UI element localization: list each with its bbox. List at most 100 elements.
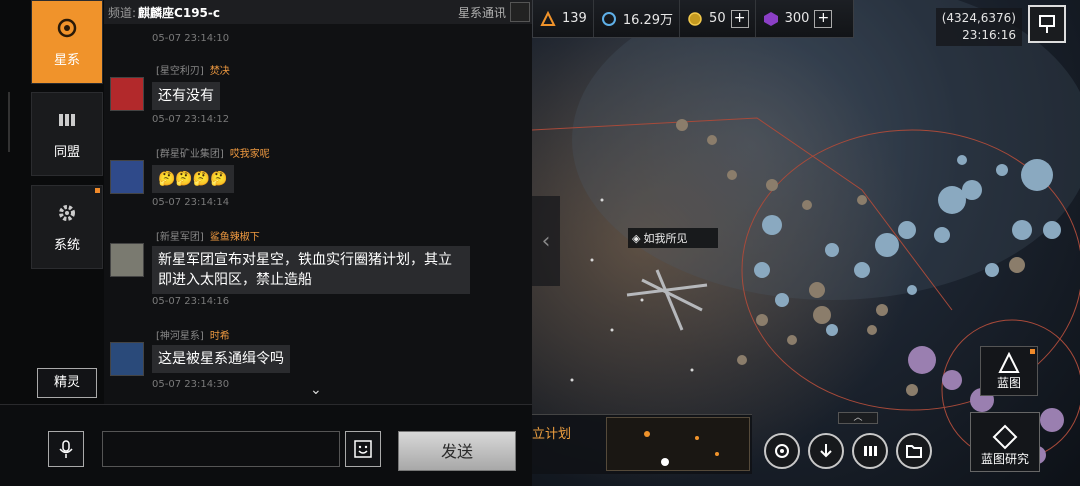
gold-resource: 50 + [680, 0, 756, 37]
fleet-icon [539, 10, 557, 28]
add-gold-button[interactable]: + [730, 9, 749, 28]
credits-value: 16.29万 [622, 13, 674, 28]
galaxy-icon [775, 444, 789, 458]
guild-tag: [新星军团] [156, 232, 204, 243]
chevron-left-icon: ‹ [541, 228, 551, 254]
smiley-icon [354, 440, 372, 458]
action-toolbar [764, 426, 932, 476]
tab-alliance-label: 同盟 [53, 144, 80, 160]
chat-input-bar: 发送 [0, 404, 532, 486]
folder-icon [906, 445, 922, 458]
notification-dot [95, 188, 100, 193]
alliance-button[interactable] [852, 433, 888, 469]
credits-resource: 16.29万 [594, 0, 681, 37]
sender-name[interactable]: 焚决 [210, 66, 230, 77]
chat-sidebar: 星系 同盟 系统 精灵 [0, 0, 104, 404]
guild-tag: [星空利刃] [156, 66, 204, 77]
folder-button[interactable] [896, 433, 932, 469]
avatar[interactable] [110, 243, 144, 277]
message-sender: [神河星系] 时希 [156, 327, 230, 342]
tab-system[interactable]: 系统 [31, 185, 103, 269]
message-sender: [星空利刃] 焚决 [156, 62, 230, 77]
research-icon [992, 424, 1018, 450]
plan-panel: 立计划 [532, 414, 752, 474]
tab-galaxy-label: 星系 [53, 52, 80, 68]
sender-name[interactable]: 鲨鱼辣椒下 [210, 232, 260, 243]
fleet-resource: 139 [533, 0, 594, 37]
collapse-chat-button[interactable]: ‹ [532, 196, 560, 286]
message-time: 05-07 23:14:14 [152, 197, 230, 208]
message-sender: [新星军团] 鲨鱼辣椒下 [156, 228, 260, 243]
alliance-icon [59, 113, 75, 126]
gold-icon [686, 10, 704, 28]
send-button[interactable]: 发送 [398, 431, 516, 471]
blueprint-button[interactable]: 蓝图 [980, 346, 1038, 396]
avatar[interactable] [110, 342, 144, 376]
panel-edge [0, 92, 10, 152]
message-bubble: 这是被星系通缉令吗 [152, 345, 290, 373]
channel-name: 麒麟座C195-c [138, 5, 220, 20]
sender-name[interactable]: 时希 [210, 331, 230, 342]
guild-tag: [群星矿业集团] [156, 149, 224, 160]
minimap[interactable] [606, 417, 750, 471]
microphone-icon [59, 440, 73, 458]
channel-switch-button[interactable] [510, 2, 530, 22]
download-button[interactable] [808, 433, 844, 469]
premium-value: 300 [784, 11, 810, 26]
game-scene[interactable]: 139 16.29万 50 + 300 + (4324,6376) 23:16:… [532, 0, 1080, 486]
map-marker-icon [1039, 15, 1055, 33]
message-bubble: 还有没有 [152, 82, 220, 110]
resource-bar: 139 16.29万 50 + 300 + [532, 0, 854, 38]
channel-key: 频道: [108, 5, 137, 20]
blueprint-icon [998, 351, 1020, 373]
fleet-count: 139 [562, 11, 587, 26]
gold-value: 50 [709, 11, 726, 26]
channel-type: 星系通讯 [457, 5, 506, 20]
voice-button[interactable] [48, 431, 84, 467]
ship-marker-icon: ◈ [632, 231, 641, 245]
tab-alliance[interactable]: 同盟 [31, 92, 103, 176]
expand-toolbar-button[interactable]: ︿ [838, 412, 878, 424]
chevron-up-icon: ︿ [853, 413, 863, 423]
message-bubble: 🤔🤔🤔🤔 [152, 165, 234, 193]
blueprint-research-label: 蓝图研究 [980, 452, 1029, 466]
alliance-icon [864, 446, 877, 456]
plan-label[interactable]: 立计划 [532, 423, 571, 442]
emoji-button[interactable] [345, 431, 381, 467]
galaxy-button[interactable] [764, 433, 800, 469]
blueprint-label: 蓝图 [996, 375, 1021, 390]
sender-name[interactable]: 哎我家呢 [230, 149, 270, 160]
clock-text: 23:16:16 [962, 28, 1016, 42]
guild-tag: [神河星系] [156, 331, 204, 342]
message-time: 05-07 23:14:10 [152, 33, 230, 44]
galaxy-icon [57, 18, 77, 37]
map-button[interactable] [1028, 5, 1066, 43]
notification-dot [1030, 349, 1035, 354]
blueprint-research-button[interactable]: 蓝图研究 [970, 412, 1040, 472]
premium-resource: 300 + [756, 0, 839, 37]
premium-icon [762, 10, 780, 28]
tab-system-label: 系统 [53, 237, 80, 253]
credits-icon [600, 10, 618, 28]
channel-header: 频道: 麒麟座C195-c 星系通讯 [104, 0, 532, 24]
sprite-button[interactable]: 精灵 [37, 368, 97, 398]
avatar[interactable] [110, 160, 144, 194]
add-premium-button[interactable]: + [814, 9, 833, 28]
message-bubble: 新星军团宣布对星空，铁血实行圈猪计划，其立即进入太阳区，禁止造船 [152, 246, 470, 294]
chevron-down-icon[interactable]: ⌄ [310, 382, 322, 398]
ship-label[interactable]: ◈ 如我所见 [628, 228, 718, 248]
tab-galaxy[interactable]: 星系 [31, 0, 103, 84]
message-time: 05-07 23:14:30 [152, 379, 230, 390]
download-icon [820, 444, 832, 458]
coordinates-readout: (4324,6376) 23:16:16 [935, 8, 1022, 46]
gear-icon [59, 204, 75, 221]
chat-input[interactable] [102, 431, 340, 467]
coordinates-text: (4324,6376) [941, 11, 1016, 25]
ship-name: 如我所见 [643, 232, 688, 245]
message-time: 05-07 23:14:12 [152, 114, 230, 125]
chat-panel: 星系 同盟 系统 精灵 频道: 麒麟座C195-c 星系通讯 05-07 23:… [0, 0, 532, 486]
message-sender: [群星矿业集团] 哎我家呢 [156, 145, 270, 160]
message-time: 05-07 23:14:16 [152, 296, 230, 307]
message-list[interactable]: 频道: 麒麟座C195-c 星系通讯 05-07 23:14:10 [星空利刃]… [104, 0, 532, 404]
avatar[interactable] [110, 77, 144, 111]
